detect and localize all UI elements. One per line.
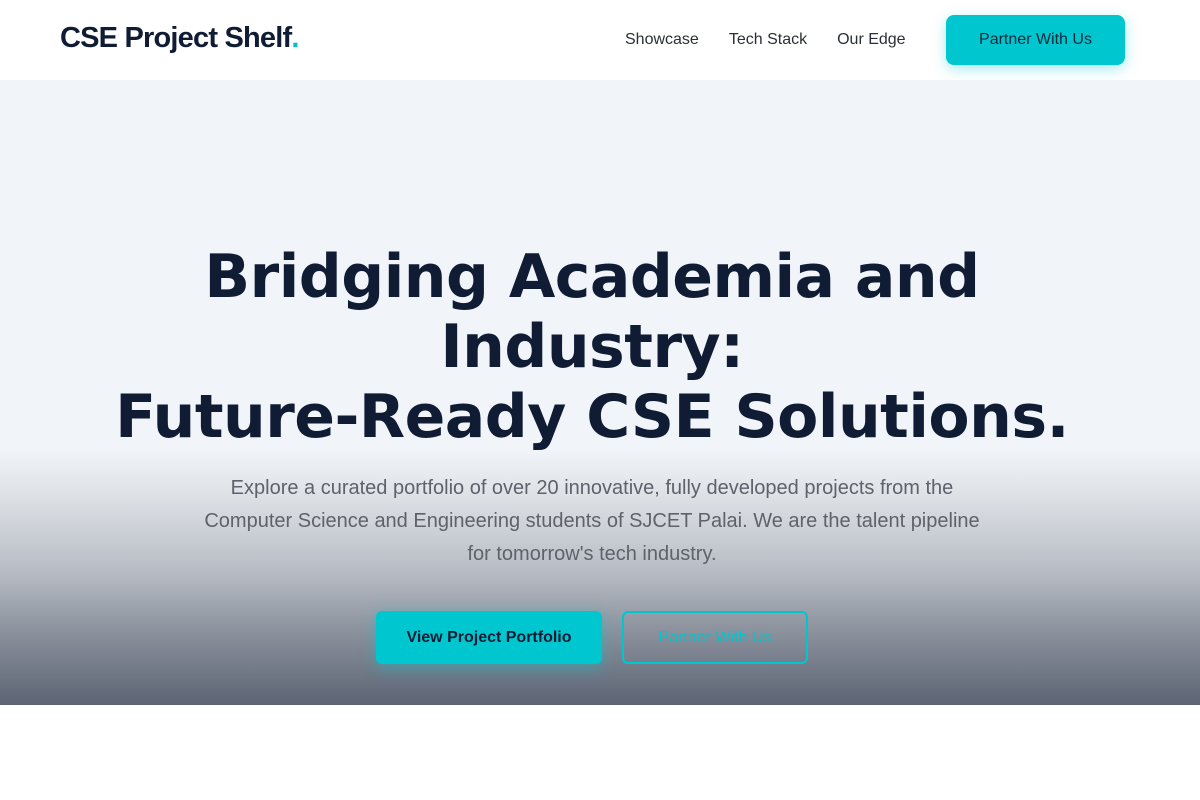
nav-link-our-edge[interactable]: Our Edge [837,31,905,49]
partner-with-us-hero-button[interactable]: Partner With Us [622,611,808,664]
hero-subtitle: Explore a curated portfolio of over 20 i… [204,477,980,565]
hero-title-line-3: Future-Ready CSE Solutions. [115,382,1069,452]
view-project-portfolio-button[interactable]: View Project Portfolio [376,611,602,664]
brand-dot: . [291,22,299,54]
hero-title-line-2: Industry: [440,312,744,382]
nav-links: Showcase Tech Stack Our Edge [625,0,936,80]
partner-with-us-nav-button[interactable]: Partner With Us [946,15,1125,65]
nav-link-tech-stack[interactable]: Tech Stack [729,31,807,49]
navbar: CSE Project Shelf. Showcase Tech Stack O… [0,0,1200,80]
hero-title-line-1: Bridging Academia and [204,242,980,312]
hero-section: Bridging Academia and Industry: Future-R… [0,80,1200,705]
nav-link-showcase[interactable]: Showcase [625,31,699,49]
hero-title: Bridging Academia and Industry: Future-R… [0,242,1184,452]
brand-logo[interactable]: CSE Project Shelf. [60,22,299,55]
brand-name: CSE Project Shelf [60,22,292,54]
